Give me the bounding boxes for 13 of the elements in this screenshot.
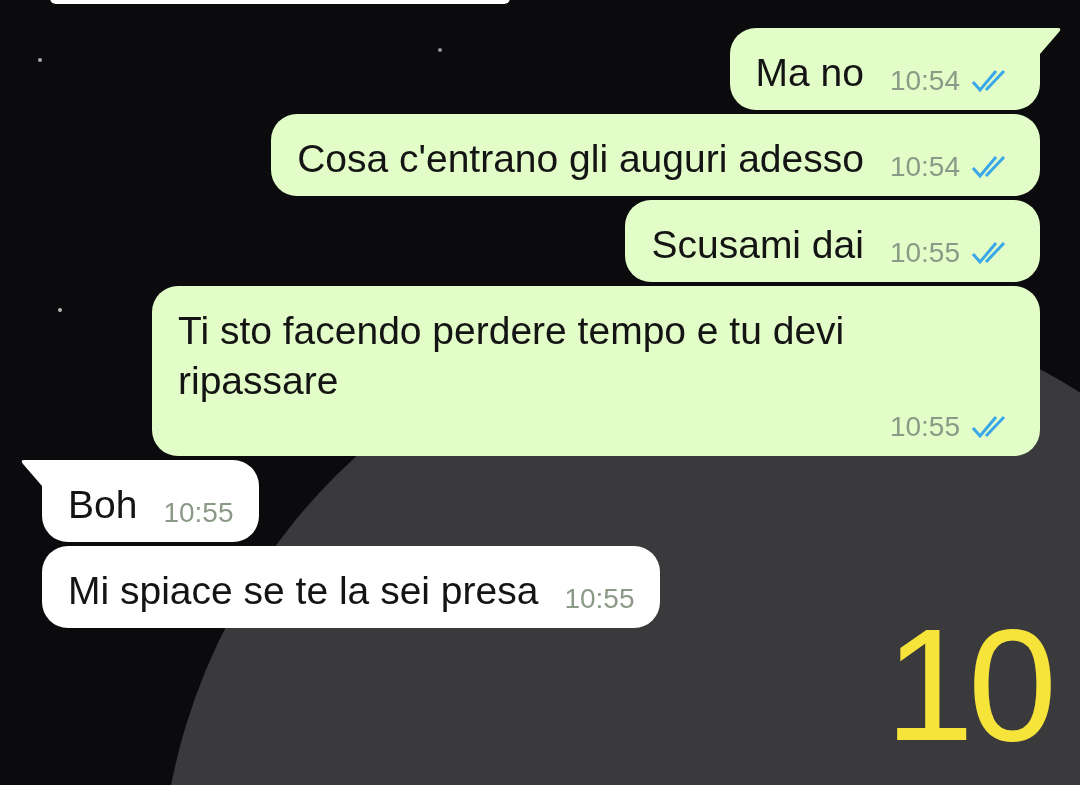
message-text: Ma no xyxy=(755,50,864,96)
message-time: 10:55 xyxy=(564,582,635,616)
handwritten-number: 10 xyxy=(885,600,1052,770)
message-time: 10:55 xyxy=(163,496,234,530)
message-text: Mi spiace se te la sei presa xyxy=(68,568,539,614)
message-time: 10:54 xyxy=(889,150,960,184)
message-time: 10:55 xyxy=(889,410,960,444)
message-time: 10:54 xyxy=(889,64,960,98)
message-text: Cosa c'entrano gli auguri adesso xyxy=(297,136,864,182)
message-text: Ti sto facendo perdere tempo e tu devi ripassare xyxy=(178,308,846,404)
message-time: 10:55 xyxy=(889,236,960,270)
message-text: Scusami dai xyxy=(651,222,864,268)
message-text: Boh xyxy=(68,482,138,528)
